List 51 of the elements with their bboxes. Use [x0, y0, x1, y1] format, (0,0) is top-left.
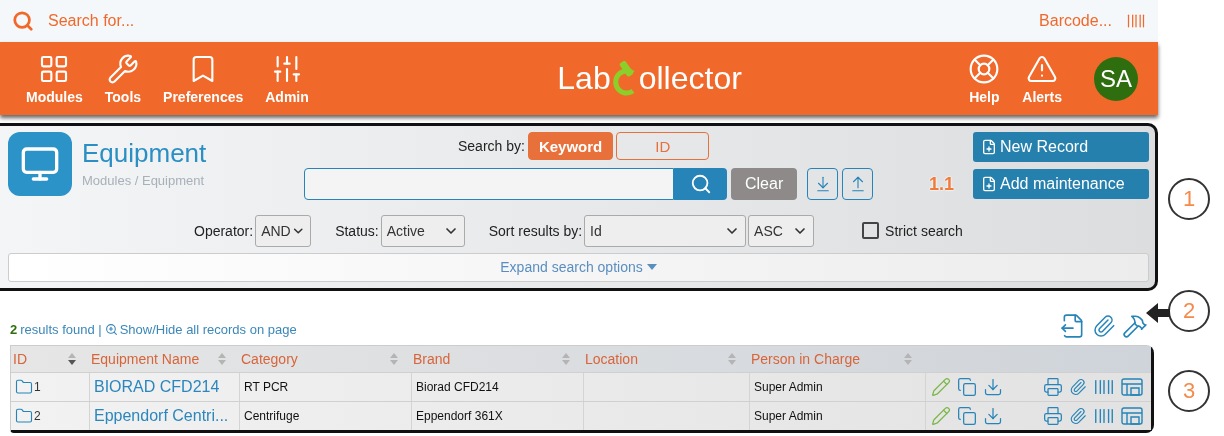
nav-item[interactable]: Modules	[26, 52, 83, 105]
search-mode-tab[interactable]: ID	[616, 132, 710, 160]
search-mode-tab[interactable]: Keyword	[527, 132, 614, 160]
table-cell: Eppendorf 361X	[416, 409, 503, 423]
select-field[interactable]: Active	[380, 214, 465, 247]
column-header[interactable]: Category	[241, 351, 298, 367]
column-header[interactable]: Brand	[413, 351, 451, 367]
filter-label: Sort results by:	[488, 222, 583, 239]
module-title: Equipment	[82, 138, 207, 169]
table-cell: RT PCR	[244, 380, 289, 394]
select-field[interactable]: AND	[255, 214, 312, 247]
action-button[interactable]: Add maintenance	[973, 169, 1149, 199]
nav-item[interactable]: Alerts	[1022, 52, 1062, 105]
annotation-label: 1.1	[929, 174, 955, 195]
nav-item[interactable]: Help	[968, 52, 1001, 105]
filter-label: Operator:	[194, 222, 254, 239]
table-cell: Super Admin	[754, 380, 823, 394]
breadcrumb: Modules / Equipment	[82, 173, 206, 188]
user-avatar[interactable]: SA	[1094, 56, 1138, 101]
column-header[interactable]: Equipment Name	[91, 351, 200, 367]
clear-button[interactable]: Clear	[731, 168, 798, 200]
record-link[interactable]: BIORAD CFD214	[94, 378, 220, 396]
result-count: 2	[10, 322, 18, 337]
column-header[interactable]: Location	[585, 351, 638, 367]
logo-text: Lab	[557, 60, 611, 97]
select-field[interactable]: ASC	[748, 214, 815, 247]
nav-item[interactable]: Tools	[104, 52, 142, 105]
nav-item[interactable]: Admin	[265, 52, 309, 105]
nav-item[interactable]: Preferences	[163, 52, 244, 105]
barcode-field[interactable]: Barcode...	[1024, 11, 1114, 31]
results-text: results found |	[20, 322, 102, 337]
callout-number: 2	[1168, 290, 1210, 332]
expand-options-button[interactable]: Expand search options	[8, 252, 1149, 282]
table-cell: 1	[34, 380, 41, 394]
column-header[interactable]: ID	[13, 351, 27, 367]
table-cell: Super Admin	[754, 409, 823, 423]
checkbox-label: Strict search	[885, 222, 963, 239]
table-cell: Biorad CFD214	[416, 380, 499, 394]
callout-number: 3	[1168, 370, 1210, 412]
search-field[interactable]: Search for...	[46, 11, 1012, 31]
show-hide-link[interactable]: Show/Hide all records on page	[104, 322, 297, 337]
select-field[interactable]: Id	[584, 214, 747, 247]
search-by-label: Search by:	[458, 138, 525, 154]
table-cell: 2	[34, 409, 41, 423]
table-cell: Centrifuge	[244, 409, 300, 423]
filter-label: Status:	[335, 222, 379, 239]
column-header[interactable]: Person in Charge	[751, 351, 860, 367]
callout-number: 1	[1168, 178, 1210, 220]
action-button[interactable]: New Record	[973, 132, 1149, 162]
record-link[interactable]: Eppendorf Centri...	[94, 407, 229, 425]
logo-text: ollector	[638, 60, 742, 97]
